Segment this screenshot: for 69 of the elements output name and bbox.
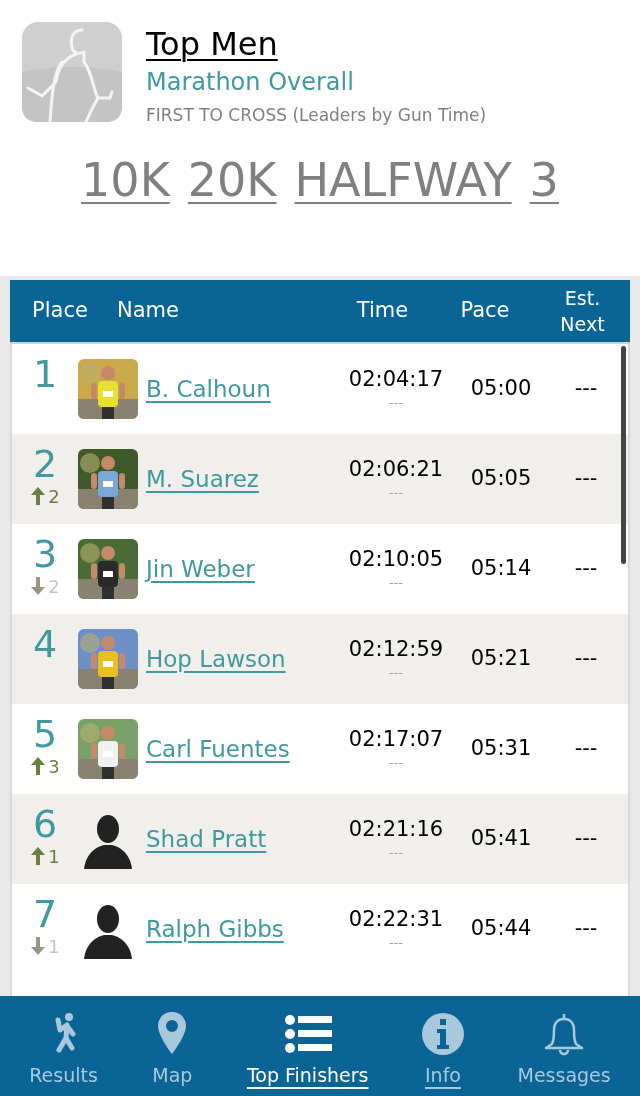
- table-row[interactable]: 2 2 M. Suarez 02:06:21 --- 05:05 ---: [12, 434, 628, 524]
- place-number: 4: [32, 622, 58, 666]
- time-value: 02:22:31: [348, 906, 444, 933]
- time-value: 02:12:59: [348, 636, 444, 663]
- est-next-value: ---: [573, 735, 599, 763]
- tab-button[interactable]: Map: [148, 1004, 197, 1088]
- pace-value: 05:41: [469, 825, 533, 853]
- page-title: Top Men: [146, 24, 279, 64]
- runner-logo-icon: [22, 22, 122, 122]
- movement-count: 2: [48, 578, 60, 596]
- tab-button[interactable]: Top Finishers: [246, 1004, 369, 1088]
- sub-time-value: ---: [388, 484, 404, 502]
- runner-name-link[interactable]: B. Calhoun: [146, 375, 271, 402]
- est-next-value: ---: [573, 915, 599, 943]
- sub-time-value: ---: [388, 844, 404, 862]
- runner-name-link[interactable]: M. Suarez: [146, 465, 259, 492]
- place-number: 6: [32, 802, 58, 846]
- sub-time-value: ---: [388, 934, 404, 952]
- tab-button[interactable]: Info: [419, 1004, 467, 1088]
- page-subtitle: Marathon Overall: [146, 67, 355, 98]
- runner-name-link[interactable]: Shad Pratt: [146, 825, 267, 852]
- place-number: 3: [32, 532, 58, 576]
- runner-name-link[interactable]: Ralph Gibbs: [146, 915, 284, 942]
- place-number: 7: [32, 892, 58, 936]
- place-number: 1: [32, 352, 58, 396]
- column-header: Place: [31, 297, 89, 325]
- time-value: 02:06:21: [348, 456, 444, 483]
- time-value: 02:17:07: [348, 726, 444, 753]
- pace-value: 05:44: [469, 915, 533, 943]
- split-link[interactable]: 20K: [187, 152, 277, 208]
- pace-value: 05:31: [469, 735, 533, 763]
- page-caption: FIRST TO CROSS (Leaders by Gun Time): [146, 104, 487, 127]
- est-next-value: ---: [573, 825, 599, 853]
- sub-time-value: ---: [388, 664, 404, 682]
- tab-button[interactable]: Results: [29, 1004, 98, 1088]
- column-header: Name: [116, 297, 180, 325]
- split-link[interactable]: 3: [529, 152, 559, 208]
- time-value: 02:21:16: [348, 816, 444, 843]
- sub-time-value: ---: [388, 754, 404, 772]
- movement-count: 3: [48, 758, 60, 776]
- est-next-value: ---: [573, 645, 599, 673]
- split-link[interactable]: 10K: [81, 152, 170, 208]
- sub-time-value: ---: [388, 574, 404, 592]
- runner-name-link[interactable]: Jin Weber: [146, 555, 255, 582]
- column-header: Pace: [459, 297, 511, 325]
- split-link[interactable]: HALFWAY: [294, 152, 512, 208]
- est-next-value: ---: [573, 555, 599, 583]
- movement-count: 2: [48, 488, 60, 506]
- table-row[interactable]: 6 1 Shad Pratt 02:21:16 --- 05:41 ---: [12, 794, 628, 884]
- est-next-value: ---: [573, 375, 599, 403]
- info-icon: [419, 1010, 467, 1058]
- movement-count: 1: [48, 848, 60, 866]
- pace-value: 05:14: [469, 555, 533, 583]
- tab-button[interactable]: Messages: [517, 1004, 611, 1088]
- column-header: Time: [355, 297, 410, 325]
- table-row[interactable]: 4 Hop Lawson 02:12:59 --- 05:21 ---: [12, 614, 628, 704]
- runner-name-link[interactable]: Carl Fuentes: [146, 735, 290, 762]
- column-header: Est. Next: [559, 286, 606, 337]
- est-next-value: ---: [573, 465, 599, 493]
- time-value: 02:10:05: [348, 546, 444, 573]
- place-number: 2: [32, 442, 58, 486]
- runner-name-link[interactable]: Hop Lawson: [146, 645, 286, 672]
- pace-value: 05:00: [469, 375, 533, 403]
- time-value: 02:04:17: [348, 366, 444, 393]
- pace-value: 05:21: [469, 645, 533, 673]
- sub-time-value: ---: [388, 394, 404, 412]
- movement-count: 1: [48, 938, 60, 956]
- place-number: 5: [32, 712, 58, 756]
- pace-value: 05:05: [469, 465, 533, 493]
